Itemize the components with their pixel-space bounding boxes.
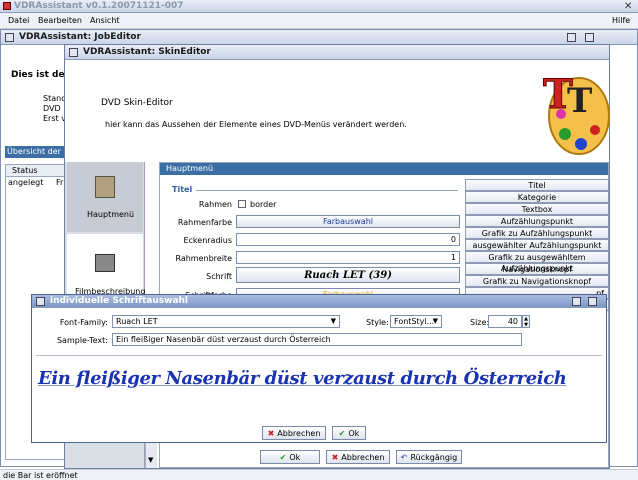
main-title: VDRAssistant v0.1.20071121-007 [14, 1, 184, 11]
film-icon [95, 254, 115, 272]
size-stepper[interactable]: 40 [488, 315, 522, 328]
job-line-2: DVD [43, 104, 61, 113]
job-titlebar[interactable]: VDRAssistant: JobEditor [1, 30, 637, 45]
page-edit-icon [95, 176, 115, 198]
menu-bearbeiten[interactable]: Bearbeiten [38, 16, 82, 25]
close-icon[interactable] [585, 33, 594, 42]
close-icon[interactable]: ✕ [624, 1, 632, 12]
size-stepper-arrows[interactable]: ▲ ▼ [522, 315, 530, 328]
cancel-button[interactable]: ✖ Abbrechen [326, 450, 390, 464]
check-icon: ✔ [338, 428, 346, 438]
skin-description: hier kann das Aussehen der Elemente eine… [105, 120, 407, 129]
window-icon [36, 297, 45, 306]
rahmenfarbe-button[interactable]: Farbauswahl [236, 215, 460, 228]
font-titlebar[interactable]: individuelle Schriftauswahl [32, 295, 606, 308]
rahmen-label: Rahmen [198, 200, 232, 209]
eckenradius-field[interactable]: 0 [236, 233, 460, 246]
eckenradius-label: Eckenradius [183, 236, 232, 245]
job-line-1: Stand [43, 94, 67, 103]
schrift-button[interactable]: Ruach LET (39) [236, 267, 460, 283]
skin-heading: DVD Skin-Editor [101, 98, 173, 108]
maximize-icon[interactable] [567, 33, 576, 42]
font-ok-button[interactable]: ✔ Ok [332, 426, 366, 440]
window-icon [5, 33, 14, 42]
menu-datei[interactable]: Datei [8, 16, 29, 25]
column-header-status[interactable]: Status [6, 165, 66, 177]
panel-titlebar: Hauptmenü [160, 163, 608, 175]
ok-button[interactable]: ✔ Ok [260, 450, 320, 464]
sample-text-label: Sample-Text: [56, 336, 108, 345]
schrift-label: Schrift [206, 272, 232, 281]
element-grafik-navigationsknopf[interactable]: Grafik zu Navigationsknopf [465, 275, 609, 287]
rahmenbreite-label: Rahmenbreite [175, 254, 232, 263]
element-grafik-ausgewaehlter[interactable]: Grafik zu ausgewähltem Aufzählungspunkt [465, 251, 609, 273]
style-label: Style: [366, 318, 389, 327]
style-select[interactable]: FontStyl... ▼ [390, 315, 442, 328]
menu-hilfe[interactable]: Hilfe [612, 16, 630, 25]
rahmenbreite-field[interactable]: 1 [236, 251, 460, 264]
border-checkbox[interactable] [238, 200, 246, 208]
element-navigationsknopf[interactable]: Navigationsknopf [465, 263, 609, 275]
restore-icon[interactable] [572, 297, 581, 306]
sample-text-input[interactable]: Ein fleißiger Nasenbär düst verzaust dur… [112, 333, 522, 346]
main-titlebar[interactable]: VDRAssistant v0.1.20071121-007 ✕ [0, 0, 638, 13]
menubar: Datei Bearbeiten Ansicht Hilfe [0, 13, 638, 29]
status-text: die Bar ist eröffnet [3, 471, 78, 480]
skin-title: VDRAssistant: SkinEditor [83, 47, 211, 57]
group-titel-label: Titel [172, 185, 193, 194]
undo-icon: ↶ [400, 452, 408, 462]
sample-preview: Ein fleißiger Nasenbär düst verzaust dur… [36, 355, 602, 419]
font-dialog: individuelle Schriftauswahl Font-Family:… [31, 294, 607, 443]
nav-item-label: Hauptmenü [87, 210, 135, 219]
element-grafik-aufzaehlungspunkt[interactable]: Grafik zu Aufzählungspunkt [465, 227, 609, 239]
status-bar: die Bar ist eröffnet [0, 469, 638, 480]
element-textbox[interactable]: Textbox [465, 203, 609, 215]
rahmenfarbe-label: Rahmenfarbe [177, 218, 232, 227]
job-title: VDRAssistant: JobEditor [19, 32, 141, 42]
skin-titlebar[interactable]: VDRAssistant: SkinEditor [65, 45, 609, 60]
chevron-down-icon[interactable]: ▼ [331, 317, 336, 325]
font-family-select[interactable]: Ruach LET ▼ [112, 315, 340, 328]
job-line-3: Erst v [43, 114, 66, 123]
palette-logo-icon: T T [543, 71, 610, 155]
svg-text:T: T [567, 81, 592, 121]
font-cancel-button[interactable]: ✖ Abbrechen [262, 426, 326, 440]
table-row[interactable]: angelegt Fr [6, 177, 66, 189]
cross-icon: ✖ [331, 452, 339, 462]
chevron-down-icon[interactable]: ▼ [433, 317, 438, 325]
nav-item-hauptmenu[interactable]: Hauptmenü [67, 162, 143, 232]
chevron-down-icon[interactable]: ▼ [148, 456, 153, 464]
skin-header: DVD Skin-Editor hier kann das Aussehen d… [65, 60, 610, 160]
cell-next: Fr [56, 178, 64, 187]
close-icon[interactable] [588, 297, 597, 306]
app-icon [3, 2, 11, 10]
border-checkbox-label: border [250, 200, 277, 209]
element-kategorie[interactable]: Kategorie [465, 191, 609, 203]
element-aufzaehlungspunkt[interactable]: Aufzählungspunkt [465, 215, 609, 227]
font-title: individuelle Schriftauswahl [50, 296, 189, 306]
group-divider [196, 190, 458, 191]
overview-bar: Übersicht der [5, 146, 67, 158]
window-icon [69, 48, 78, 57]
element-list: Titel Kategorie Textbox Aufzählungspunkt… [465, 179, 609, 311]
check-icon: ✔ [279, 452, 287, 462]
cell-status: angelegt [8, 178, 44, 187]
sample-preview-text: Ein fleißiger Nasenbär düst verzaust dur… [38, 368, 567, 389]
element-ausgewaehlter-aufzaehlungspunkt[interactable]: ausgewählter Aufzählungspunkt [465, 239, 609, 251]
menu-ansicht[interactable]: Ansicht [90, 16, 120, 25]
font-family-label: Font-Family: [59, 318, 108, 327]
size-label: Size: [470, 318, 490, 327]
undo-button[interactable]: ↶ Rückgängig [396, 450, 462, 464]
element-titel[interactable]: Titel [465, 179, 609, 191]
cross-icon: ✖ [267, 428, 275, 438]
job-heading: Dies ist der [11, 70, 70, 80]
